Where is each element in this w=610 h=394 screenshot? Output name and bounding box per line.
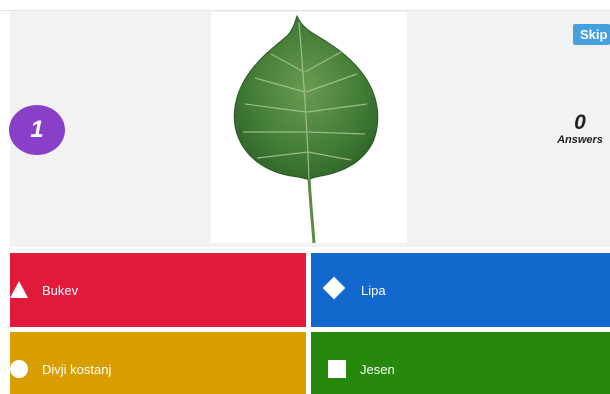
answer-label: Lipa (361, 283, 386, 298)
question-image (211, 12, 407, 243)
diamond-icon (322, 276, 346, 300)
answer-option-bukev[interactable]: Bukev (10, 253, 306, 327)
leaf-image (233, 14, 379, 243)
answer-label: Divji kostanj (42, 362, 112, 377)
answers-label: Answers (557, 134, 603, 146)
skip-button[interactable]: Skip (573, 24, 610, 45)
square-icon (328, 360, 346, 378)
answer-label: Bukev (42, 283, 79, 298)
answer-option-jesen[interactable]: Jesen (311, 332, 610, 394)
answers-counter: 0 Answers (550, 112, 610, 147)
answers-count: 0 (574, 111, 586, 134)
answer-label: Jesen (360, 362, 395, 377)
quiz-screen: 1 Skip 0 Answers Bukev Lipa Divji kostan… (0, 0, 610, 394)
answer-option-divji-kostanj[interactable]: Divji kostanj (10, 332, 306, 394)
top-edge (0, 0, 610, 11)
triangle-icon (10, 281, 28, 298)
answer-option-lipa[interactable]: Lipa (311, 253, 610, 327)
question-number-badge: 1 (9, 105, 65, 155)
circle-icon (10, 360, 28, 378)
